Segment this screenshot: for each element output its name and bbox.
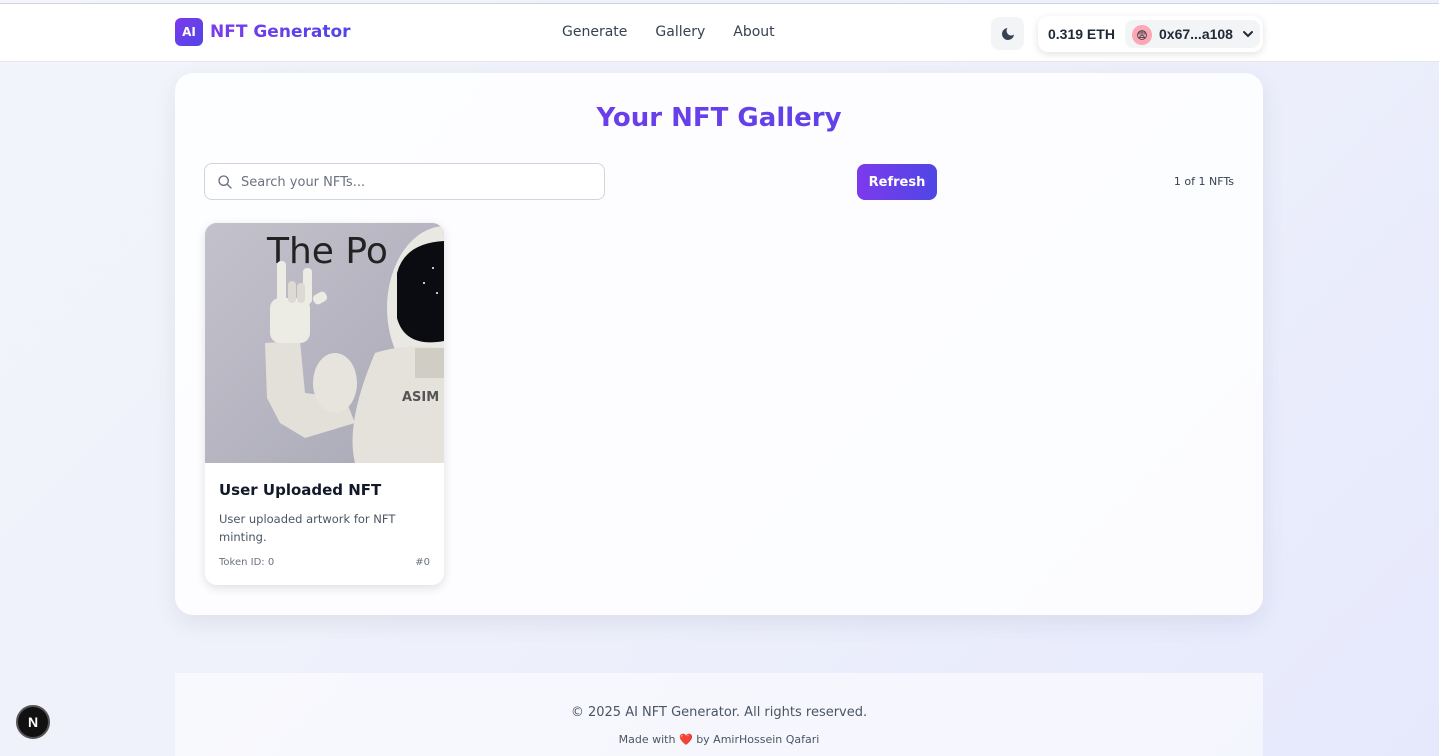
wallet-balance[interactable]: 0.319 ETH	[1048, 26, 1115, 42]
app-logo-text[interactable]: NFT Generator	[210, 22, 351, 42]
refresh-button[interactable]: Refresh	[857, 164, 937, 200]
site-footer: © 2025 AI NFT Generator. All rights rese…	[175, 673, 1263, 756]
app-header: AI NFT Generator Generate Gallery About …	[0, 4, 1439, 62]
wallet-address: 0x67...a108	[1159, 26, 1233, 42]
moon-icon	[1001, 27, 1014, 40]
nft-title: User Uploaded NFT	[219, 481, 382, 499]
nav-about[interactable]: About	[733, 24, 774, 40]
search-icon	[218, 175, 232, 189]
nft-image: The Po ASIM	[205, 223, 444, 463]
search-input[interactable]	[241, 170, 591, 194]
nft-token-id: Token ID: 0	[219, 557, 275, 568]
nft-description: User uploaded artwork for NFT minting.	[219, 512, 396, 544]
nft-count: 1 of 1 NFTs	[1173, 175, 1234, 188]
logo-badge[interactable]: AI	[175, 18, 203, 46]
chevron-down-icon	[1243, 31, 1253, 38]
nav-gallery[interactable]: Gallery	[655, 24, 705, 40]
nft-card[interactable]: The Po ASIM User Uploaded NFT User uploa…	[205, 223, 444, 585]
theme-toggle-button[interactable]	[991, 17, 1024, 50]
dev-tools-badge[interactable]: N	[16, 705, 50, 739]
nav-generate[interactable]: Generate	[562, 24, 627, 40]
credit-text: Made with ❤️ by AmirHossein Qafari	[175, 733, 1263, 746]
search-box	[204, 163, 605, 200]
robot-chest-text: ASIM	[402, 390, 439, 405]
credit-suffix: by AmirHossein Qafari	[696, 733, 820, 746]
copyright-text: © 2025 AI NFT Generator. All rights rese…	[570, 705, 868, 720]
account-button[interactable]: 😨 0x67...a108	[1125, 20, 1260, 48]
credit-prefix: Made with	[618, 733, 676, 746]
wallet-widget: 0.319 ETH 😨 0x67...a108	[1038, 16, 1263, 52]
heart-icon: ❤️	[678, 733, 693, 746]
nft-number: #0	[415, 557, 430, 568]
gallery-panel: Your NFT Gallery Refresh 1 of 1 NFTs The…	[175, 73, 1263, 615]
account-avatar: 😨	[1132, 25, 1152, 45]
page-title: Your NFT Gallery	[175, 103, 1263, 133]
main-nav: Generate Gallery About	[562, 24, 775, 40]
